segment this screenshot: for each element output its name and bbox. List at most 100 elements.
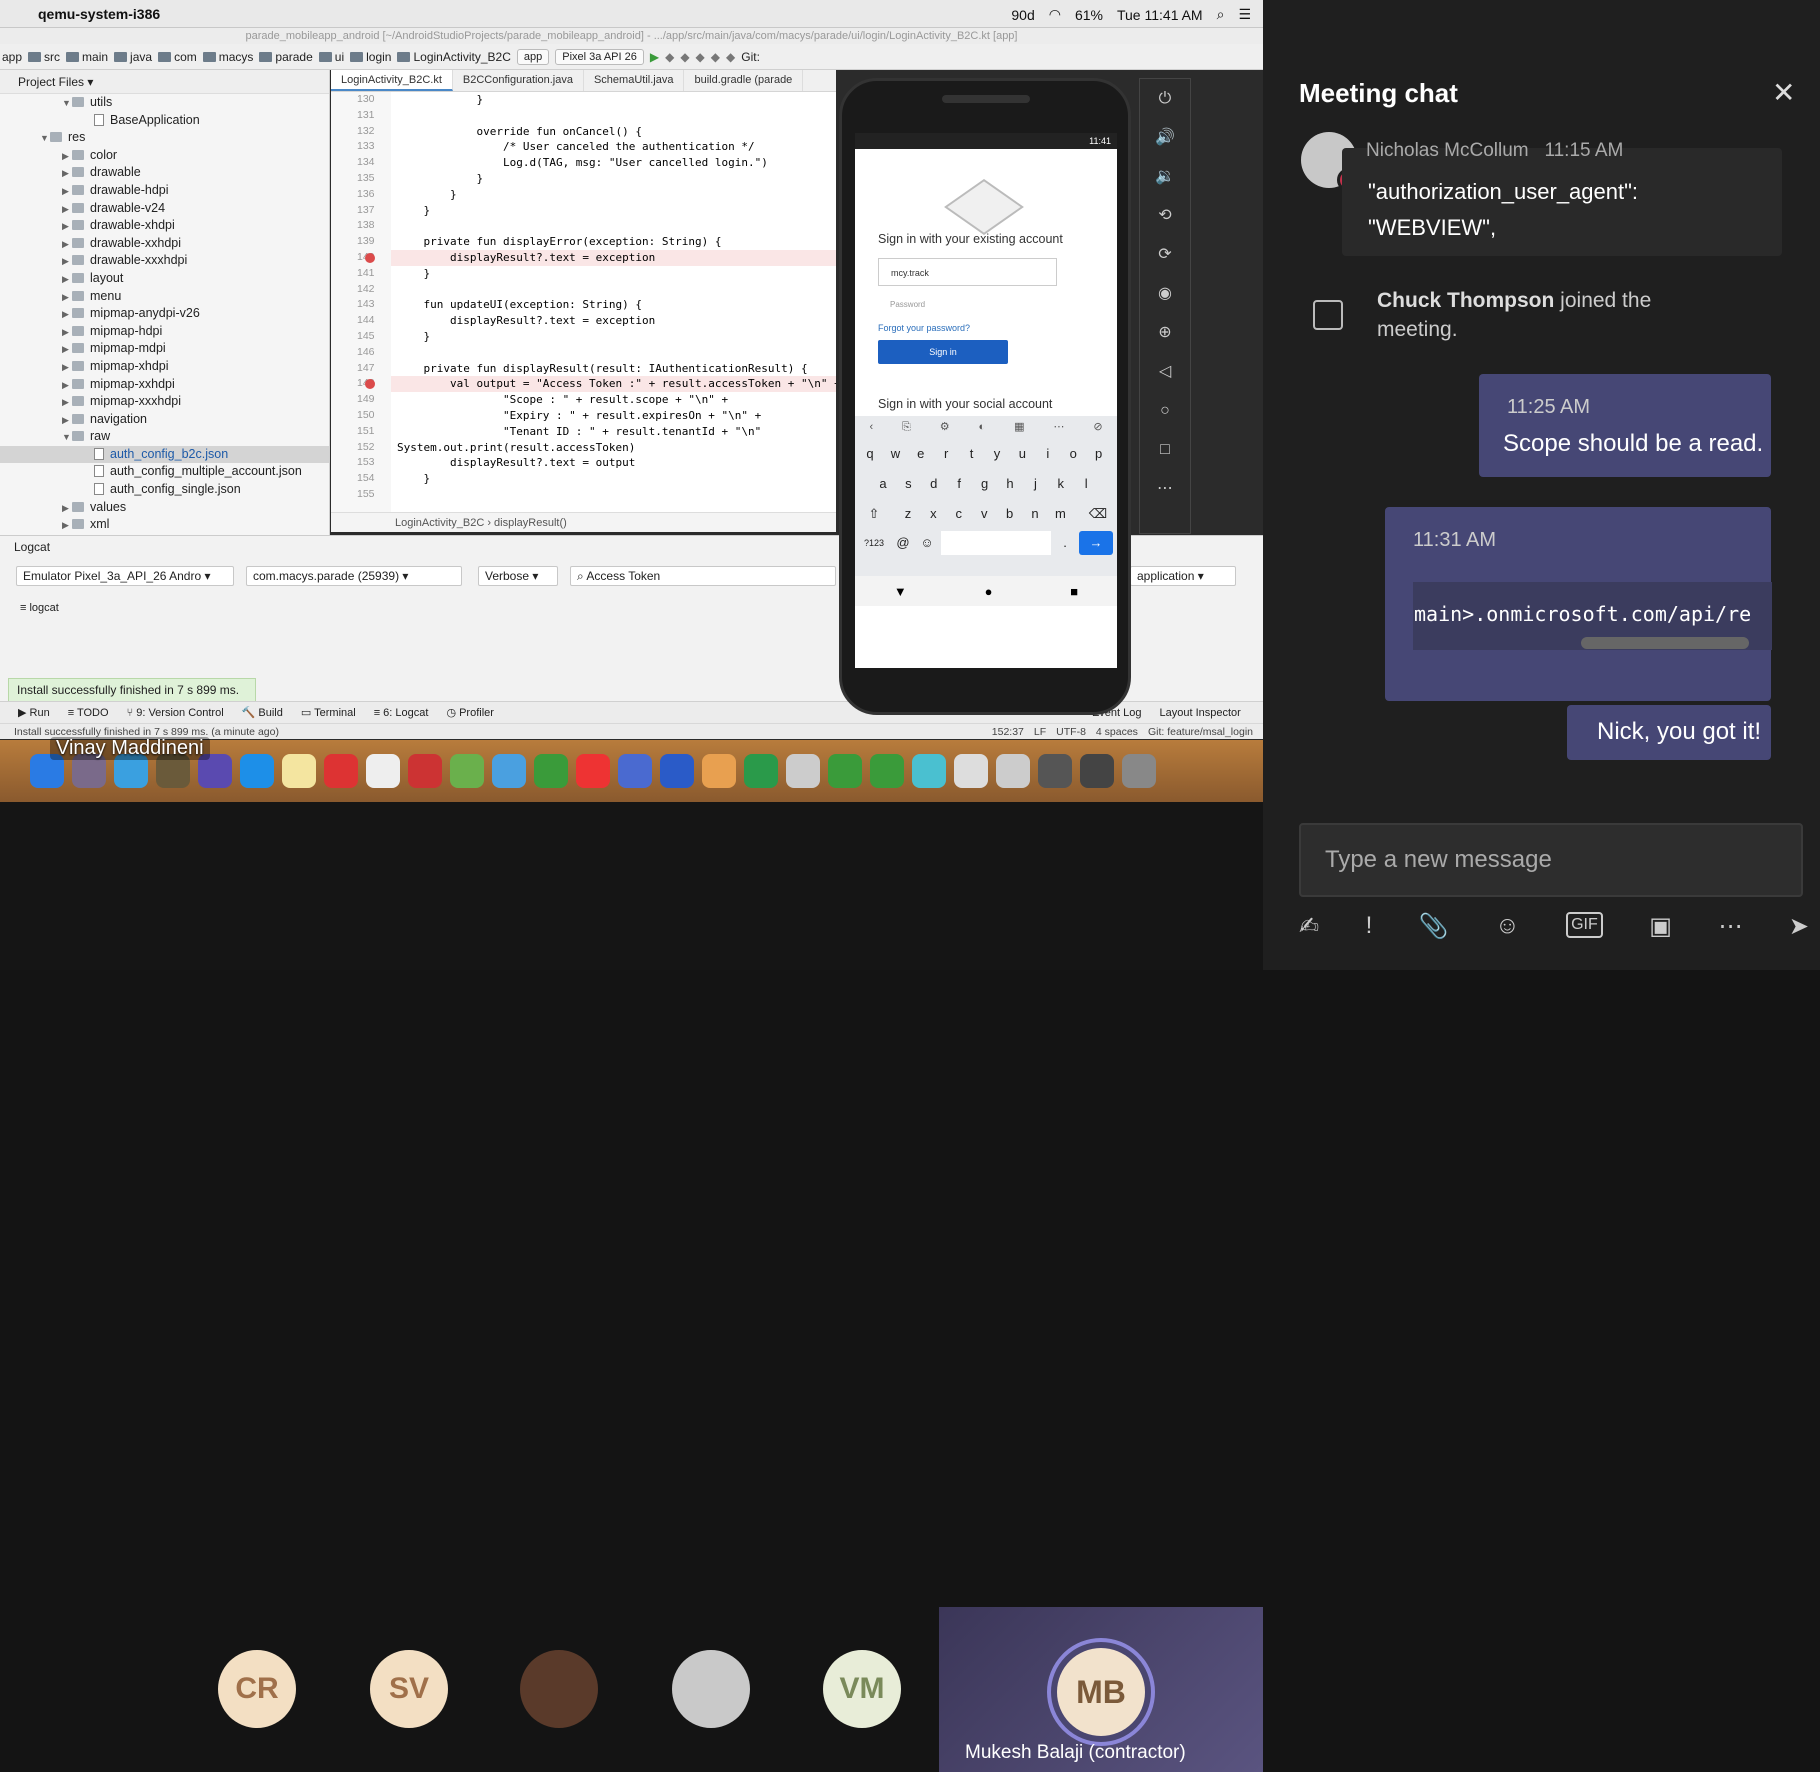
breakpoint-icon[interactable] [365, 252, 375, 263]
dock-app-icon[interactable] [912, 754, 946, 788]
expand-icon[interactable]: ▶ [62, 394, 72, 412]
keyboard-key[interactable]: e [910, 442, 932, 466]
dock-app-icon[interactable] [702, 754, 736, 788]
sticker-icon[interactable]: ▣ [1649, 912, 1672, 952]
code-line[interactable]: private fun displayError(exception: Stri… [391, 234, 836, 250]
rotate-left-icon[interactable]: ⟲ [1140, 196, 1190, 235]
participant-avatar[interactable]: SV [370, 1650, 448, 1728]
expand-icon[interactable]: ▶ [62, 165, 72, 183]
attach-icon[interactable]: 📎 [1419, 912, 1449, 952]
expand-icon[interactable]: ▶ [62, 201, 72, 219]
participant-photo[interactable] [520, 1650, 598, 1728]
dock-app-icon[interactable] [324, 754, 358, 788]
sdk-icon[interactable]: ◆ [726, 50, 735, 64]
close-icon[interactable]: ✕ [1772, 76, 1795, 109]
keyboard-key[interactable]: t [961, 442, 983, 466]
code-line[interactable]: } [391, 329, 836, 345]
keyboard-tool-icon[interactable]: ⚙ [940, 416, 950, 438]
project-panel-title[interactable]: Project Files [18, 75, 84, 89]
space-key[interactable] [941, 531, 1051, 555]
more-options-icon[interactable]: ⋯ [1718, 912, 1742, 952]
git-branch[interactable]: Git: feature/msal_login [1148, 724, 1253, 740]
keyboard-tool-icon[interactable]: ‹ [869, 416, 873, 438]
breadcrumb-item[interactable]: login [350, 50, 391, 64]
tree-item[interactable]: ▶ values [0, 499, 329, 517]
dock-app-icon[interactable] [954, 754, 988, 788]
tree-item[interactable]: ▶ layout [0, 270, 329, 288]
code-line[interactable]: } [391, 171, 836, 187]
keyboard-key[interactable]: u [1011, 442, 1033, 466]
keyboard-key[interactable]: m [1049, 502, 1071, 526]
dock-app-icon[interactable] [870, 754, 904, 788]
tree-item[interactable]: ▶ mipmap-hdpi [0, 323, 329, 341]
dock-app-icon[interactable] [1122, 754, 1156, 788]
tool-window-tab[interactable]: 🔨 Build [242, 702, 283, 723]
tree-item[interactable]: ▶ mipmap-xhdpi [0, 358, 329, 376]
expand-icon[interactable]: ▶ [62, 517, 72, 535]
breadcrumb-item[interactable]: LoginActivity_B2C [397, 50, 511, 64]
code-line[interactable] [391, 282, 836, 298]
dock-app-icon[interactable] [366, 754, 400, 788]
send-icon[interactable]: ➤ [1789, 912, 1809, 952]
editor-tab[interactable]: B2CConfiguration.java [453, 70, 584, 91]
gif-icon[interactable]: GIF [1566, 912, 1603, 938]
expand-icon[interactable]: ▼ [62, 429, 72, 447]
dock-app-icon[interactable] [282, 754, 316, 788]
expand-icon[interactable]: ▶ [62, 377, 72, 395]
tool-window-tab[interactable]: ▶ Run [18, 702, 50, 723]
home-nav-icon[interactable]: ● [985, 584, 993, 599]
participant-avatar[interactable]: VM [823, 1650, 901, 1728]
code-line[interactable] [391, 345, 836, 361]
tree-item[interactable]: auth_config_b2c.json [0, 445, 329, 464]
expand-icon[interactable]: ▶ [62, 218, 72, 236]
editor-breadcrumb[interactable]: LoginActivity_B2C › displayResult() [331, 512, 836, 532]
tree-item[interactable]: ▶ color [0, 147, 329, 165]
code-line[interactable] [391, 108, 836, 124]
keyboard-key[interactable]: k [1050, 472, 1072, 496]
code-line[interactable]: /* User canceled the authentication */ [391, 139, 836, 155]
power-icon[interactable]: ⏻ [1140, 79, 1190, 118]
zoom-icon[interactable]: ⊕ [1140, 313, 1190, 352]
keyboard-key[interactable]: i [1037, 442, 1059, 466]
code-line[interactable]: } [391, 203, 836, 219]
tree-item[interactable]: ▶ mipmap-xxhdpi [0, 376, 329, 394]
code-line[interactable]: "Scope : " + result.scope + "\n" + [391, 392, 836, 408]
cursor-position[interactable]: 152:37 [992, 724, 1024, 740]
keyboard-key[interactable]: b [999, 502, 1021, 526]
emoji-key[interactable]: ☺ [917, 531, 937, 555]
tree-item[interactable]: ▶ drawable [0, 164, 329, 182]
expand-icon[interactable]: ▶ [62, 148, 72, 166]
tree-item[interactable]: ▶ drawable-xxhdpi [0, 235, 329, 253]
volume-down-icon[interactable]: 🔉 [1140, 157, 1190, 196]
code-line[interactable]: override fun onCancel() { [391, 124, 836, 140]
expand-icon[interactable]: ▼ [40, 130, 50, 148]
wifi-icon[interactable]: ◠ [1049, 6, 1061, 23]
device-select[interactable]: Emulator Pixel_3a_API_26 Andro ▾ [16, 566, 234, 586]
expand-icon[interactable]: ▶ [62, 289, 72, 307]
breadcrumb-item[interactable]: src [28, 50, 60, 64]
dock-app-icon[interactable] [1038, 754, 1072, 788]
logcat-tab[interactable]: ≡ logcat [20, 602, 59, 614]
editor-tab[interactable]: build.gradle (parade [684, 70, 804, 91]
dock-app-icon[interactable] [576, 754, 610, 788]
rotate-right-icon[interactable]: ⟳ [1140, 235, 1190, 274]
code-line[interactable]: val output = "Access Token :" + result.a… [391, 376, 841, 393]
expand-icon[interactable]: ▶ [62, 306, 72, 324]
menu-icon[interactable]: ☰ [1238, 6, 1251, 23]
keyboard-tool-icon[interactable]: ⎘ [902, 416, 911, 438]
keyboard-key[interactable]: q [859, 442, 881, 466]
keyboard-key[interactable]: j [1024, 472, 1046, 496]
code-line[interactable]: } [391, 92, 836, 108]
filter-select[interactable]: application ▾ [1130, 566, 1236, 586]
tree-item[interactable]: ▶ mipmap-anydpi-v26 [0, 305, 329, 323]
expand-icon[interactable]: ▶ [62, 236, 72, 254]
keyboard-key[interactable]: f [948, 472, 970, 496]
code-line[interactable]: System.out.print(result.accessToken) [391, 440, 836, 456]
home-icon[interactable]: ○ [1140, 391, 1190, 430]
keyboard-tool-icon[interactable]: ⋯ [1053, 416, 1064, 438]
code-line[interactable]: Log.d(TAG, msg: "User cancelled login.") [391, 155, 836, 171]
tree-item[interactable]: ▶ menu [0, 288, 329, 306]
code-line[interactable]: displayResult?.text = exception [391, 313, 836, 329]
volume-up-icon[interactable]: 🔊 [1140, 118, 1190, 157]
badge[interactable]: 90d [1011, 7, 1034, 23]
